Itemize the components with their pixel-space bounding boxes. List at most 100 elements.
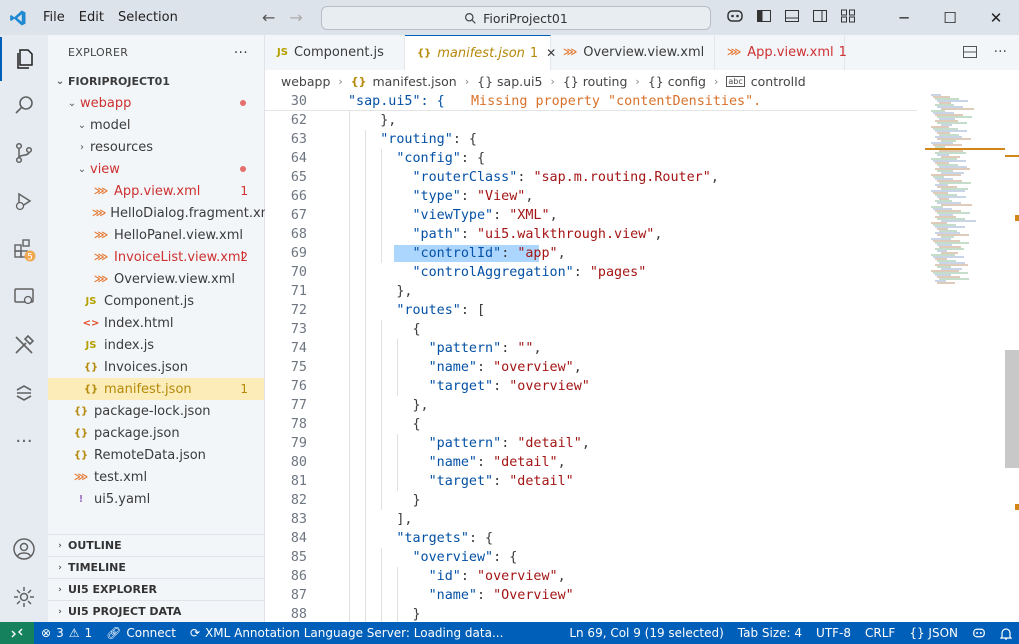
- extensions-icon[interactable]: 5: [0, 227, 48, 271]
- minimap[interactable]: [925, 92, 1005, 622]
- problems-indicator[interactable]: ⊗ 3 ⚠ 1: [34, 626, 99, 640]
- more-icon[interactable]: ···: [0, 419, 48, 463]
- editor-tab[interactable]: ⋙ Overview.view.xml: [551, 35, 715, 70]
- code-line: 65 "routerClass": "sap.m.routing.Router"…: [265, 168, 925, 187]
- editor-tab[interactable]: ⋙ App.view.xml 1: [715, 35, 847, 70]
- line-number: 75: [290, 360, 307, 375]
- breadcrumb-item[interactable]: controlId: [751, 74, 806, 89]
- editor-tab[interactable]: {} manifest.json 1 ✕: [405, 35, 556, 70]
- tree-item[interactable]: {} package-lock.json: [48, 400, 264, 422]
- sidebar-panel-header[interactable]: › OUTLINE: [48, 534, 264, 556]
- remote-indicator-icon[interactable]: [0, 622, 34, 644]
- tree-item[interactable]: ⌄ view: [48, 158, 264, 180]
- tree-item[interactable]: ⌄ model: [48, 114, 264, 136]
- tree-item[interactable]: ⋙ App.view.xml 1: [48, 180, 264, 202]
- maximize-button[interactable]: ☐: [927, 0, 973, 35]
- tree-item[interactable]: <> Index.html: [48, 312, 264, 334]
- explorer-icon[interactable]: [0, 37, 48, 81]
- breadcrumb-item[interactable]: manifest.json: [372, 74, 456, 89]
- vertical-scrollbar[interactable]: [1005, 92, 1019, 622]
- code-token: "target": [428, 474, 494, 489]
- more-actions-icon[interactable]: ···: [234, 45, 248, 61]
- code-token: "overview": [493, 360, 574, 375]
- code-token: ,: [573, 360, 582, 375]
- search-icon[interactable]: [0, 83, 48, 127]
- customize-layout-icon[interactable]: [840, 8, 856, 24]
- title-bar: File Edit Selection ← → FioriProject01 ─…: [0, 0, 1019, 35]
- forward-arrow-icon[interactable]: →: [289, 8, 302, 27]
- run-debug-icon[interactable]: [0, 179, 48, 223]
- sticky-scroll-line[interactable]: 30 "sap.ui5": { Missing property "conten…: [265, 92, 917, 111]
- code-token: ,: [557, 455, 566, 470]
- menu-selection[interactable]: Selection: [111, 10, 185, 25]
- tab-size[interactable]: Tab Size: 4: [731, 626, 809, 640]
- code-editor[interactable]: 62 }, 63 "routing": {64 "config": {65 "ro…: [265, 92, 1019, 622]
- remote-explorer-icon[interactable]: [0, 275, 48, 319]
- code-line: 82 }: [265, 491, 925, 510]
- tree-item[interactable]: ⋙ InvoiceList.view.xml 2: [48, 246, 264, 268]
- search-icon: [465, 12, 476, 24]
- tree-item[interactable]: {} RemoteData.json: [48, 444, 264, 466]
- close-button[interactable]: ✕: [973, 0, 1019, 35]
- sidebar-panel-header[interactable]: › TIMELINE: [48, 556, 264, 578]
- command-center-search[interactable]: FioriProject01: [321, 6, 711, 30]
- menu-file[interactable]: File: [36, 10, 72, 25]
- tree-item[interactable]: ⋙ HelloDialog.fragment.xml: [48, 202, 277, 224]
- accounts-icon[interactable]: [0, 527, 48, 571]
- menu-edit[interactable]: Edit: [72, 10, 111, 25]
- notifications-bell-icon[interactable]: [993, 627, 1019, 640]
- cursor-position[interactable]: Ln 69, Col 9 (19 selected): [562, 626, 730, 640]
- layout-sidebar-left-icon[interactable]: [756, 8, 772, 24]
- code-token: {: [348, 322, 421, 337]
- encoding[interactable]: UTF-8: [809, 626, 858, 640]
- tree-item[interactable]: ⋙ HelloPanel.view.xml: [48, 224, 264, 246]
- tree-item[interactable]: ! ui5.yaml: [48, 488, 264, 510]
- tree-item[interactable]: JS index.js: [48, 334, 264, 356]
- tools-icon[interactable]: [0, 323, 48, 367]
- language-mode[interactable]: {} JSON: [902, 626, 965, 640]
- code-token: "": [517, 341, 534, 356]
- connect-item[interactable]: 🔗︎ Connect: [99, 626, 183, 640]
- end-of-line[interactable]: CRLF: [858, 626, 902, 640]
- copilot-status-icon[interactable]: [965, 627, 993, 639]
- tree-item[interactable]: ⌄ webapp: [48, 92, 264, 114]
- tree-item[interactable]: {} package.json: [48, 422, 264, 444]
- sidebar-panel-header[interactable]: › UI5 PROJECT DATA: [48, 600, 264, 622]
- breadcrumb-item[interactable]: {} sap.ui5: [477, 74, 542, 89]
- scrollbar-thumb[interactable]: [1005, 350, 1019, 468]
- line-number: 81: [290, 474, 307, 489]
- settings-gear-icon[interactable]: [0, 575, 48, 619]
- tree-item[interactable]: ⋙ test.xml: [48, 466, 264, 488]
- tab-label: App.view.xml: [747, 45, 834, 60]
- tree-item[interactable]: JS Component.js: [48, 290, 264, 312]
- sap-fiori-icon[interactable]: [0, 371, 48, 415]
- breadcrumb-item[interactable]: webapp: [281, 74, 330, 89]
- line-number: 88: [290, 607, 307, 622]
- tree-item-label: RemoteData.json: [94, 447, 206, 463]
- minimize-button[interactable]: ─: [881, 0, 927, 35]
- tree-item[interactable]: ⋙ Overview.view.xml: [48, 268, 264, 290]
- diagnostic-hint: Missing property "contentDensities".: [471, 93, 762, 109]
- back-arrow-icon[interactable]: ←: [262, 8, 275, 27]
- line-number: 63: [290, 132, 307, 147]
- copilot-icon[interactable]: [726, 8, 744, 24]
- sidebar-panel-header[interactable]: › UI5 EXPLORER: [48, 578, 264, 600]
- editor-more-icon[interactable]: ···: [994, 44, 1007, 60]
- breadcrumb-item[interactable]: {} config: [648, 74, 706, 89]
- layout-panel-icon[interactable]: [784, 8, 800, 24]
- layout-sidebar-right-icon[interactable]: [812, 8, 828, 24]
- editor-tab[interactable]: JS Component.js: [265, 35, 405, 70]
- split-editor-icon[interactable]: [962, 44, 978, 60]
- source-control-icon[interactable]: [0, 131, 48, 175]
- tree-item[interactable]: › resources: [48, 136, 264, 158]
- code-line: 74 "pattern": "",: [265, 339, 925, 358]
- tree-item[interactable]: {} manifest.json 1: [48, 378, 264, 400]
- language-server-status[interactable]: ⟳ XML Annotation Language Server: Loading…: [183, 626, 510, 640]
- breadcrumb-item[interactable]: {} routing: [563, 74, 628, 89]
- code-token: "View": [477, 189, 526, 204]
- tree-item[interactable]: {} Invoices.json: [48, 356, 264, 378]
- project-root[interactable]: ⌄ FIORIPROJECT01: [48, 70, 264, 92]
